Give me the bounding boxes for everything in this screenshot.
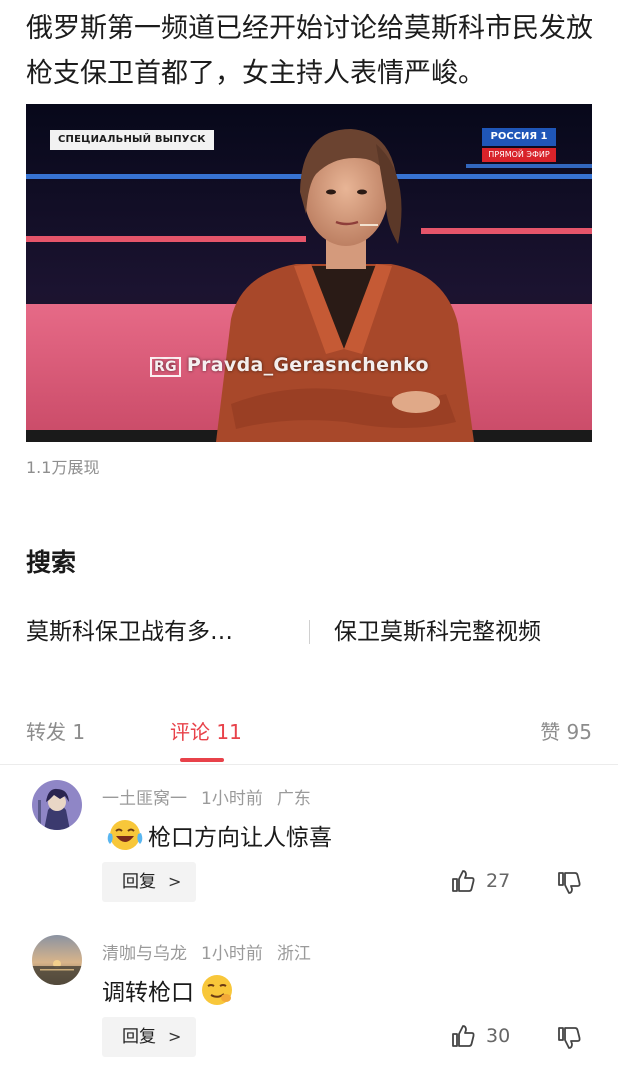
tab-repost[interactable]: 转发 1 — [26, 716, 85, 745]
comment-username[interactable]: 清咖与乌龙 — [102, 944, 187, 964]
search-section-title: 搜索 — [26, 548, 77, 577]
video-player[interactable]: СПЕЦИАЛЬНЫЙ ВЫПУСК РОССИЯ 1 ПРЯМОЙ ЭФИР … — [26, 104, 592, 442]
comment-text: 枪口方向让人惊喜 — [148, 825, 332, 851]
tab-comments[interactable]: 评论 11 — [170, 716, 242, 745]
comment-text: 调转枪口 — [102, 980, 194, 1006]
comment-username[interactable]: 一土匪窝一 — [102, 789, 187, 809]
avatar[interactable] — [32, 780, 82, 830]
channel-name: РОССИЯ 1 — [482, 128, 556, 146]
comment-item: 清咖与乌龙 1小时前 浙江 调转枪口 回复 > 30 — [0, 933, 618, 1080]
search-suggestion-1[interactable]: 莫斯科保卫战有多… — [26, 612, 233, 646]
channel-logo: РОССИЯ 1 ПРЯМОЙ ЭФИР — [482, 128, 556, 162]
broadcast-badge: СПЕЦИАЛЬНЫЙ ВЫПУСК — [50, 130, 214, 150]
comment-meta: 一土匪窝一 1小时前 广东 — [102, 784, 325, 809]
watermark-mark: RG — [150, 357, 181, 377]
reply-label: 回复 — [122, 1027, 156, 1047]
watermark-text: Pravda_Gerasnchenko — [186, 354, 429, 376]
comment-time: 1小时前 — [201, 944, 263, 964]
smirk-icon — [202, 975, 232, 1005]
comment-meta: 清咖与乌龙 1小时前 浙江 — [102, 939, 325, 964]
thumbs-down-icon[interactable] — [556, 870, 582, 896]
laughing-tears-icon — [107, 820, 143, 850]
avatar-image — [32, 780, 82, 830]
view-count: 1.1万展现 — [26, 458, 100, 477]
thumbs-down-icon[interactable] — [556, 1025, 582, 1051]
tab-likes[interactable]: 赞 95 — [540, 716, 592, 745]
post-text: 俄罗斯第一频道已经开始讨论给莫斯科市民发放枪支保卫首都了，女主持人表情严峻。 — [26, 13, 593, 89]
comment-location: 浙江 — [276, 944, 311, 964]
comment-item: 一土匪窝一 1小时前 广东 枪口方向让人惊喜 回复 > 27 — [0, 778, 618, 928]
thumbs-up-icon[interactable] — [450, 868, 476, 894]
reply-button[interactable]: 回复 > — [102, 862, 196, 902]
tabs-divider — [0, 764, 618, 765]
chevron-right-icon: > — [168, 872, 182, 891]
comment-body: 枪口方向让人惊喜 — [102, 816, 332, 854]
reply-label: 回复 — [122, 872, 156, 892]
comment-time: 1小时前 — [201, 789, 263, 809]
like-count: 30 — [486, 1025, 511, 1047]
reply-button[interactable]: 回复 > — [102, 1017, 196, 1057]
channel-live-label: ПРЯМОЙ ЭФИР — [482, 148, 556, 162]
tab-active-indicator — [180, 758, 224, 762]
search-suggestion-2[interactable]: 保卫莫斯科完整视频 — [334, 612, 541, 646]
video-watermark: RG Pravda_Gerasnchenko — [150, 354, 429, 377]
like-count: 27 — [486, 870, 511, 892]
suggestion-divider — [309, 620, 310, 644]
comment-location: 广东 — [276, 789, 311, 809]
avatar-image — [32, 935, 82, 985]
thumbs-up-icon[interactable] — [450, 1023, 476, 1049]
chevron-right-icon: > — [168, 1027, 182, 1046]
avatar[interactable] — [32, 935, 82, 985]
comment-body: 调转枪口 — [102, 971, 240, 1009]
